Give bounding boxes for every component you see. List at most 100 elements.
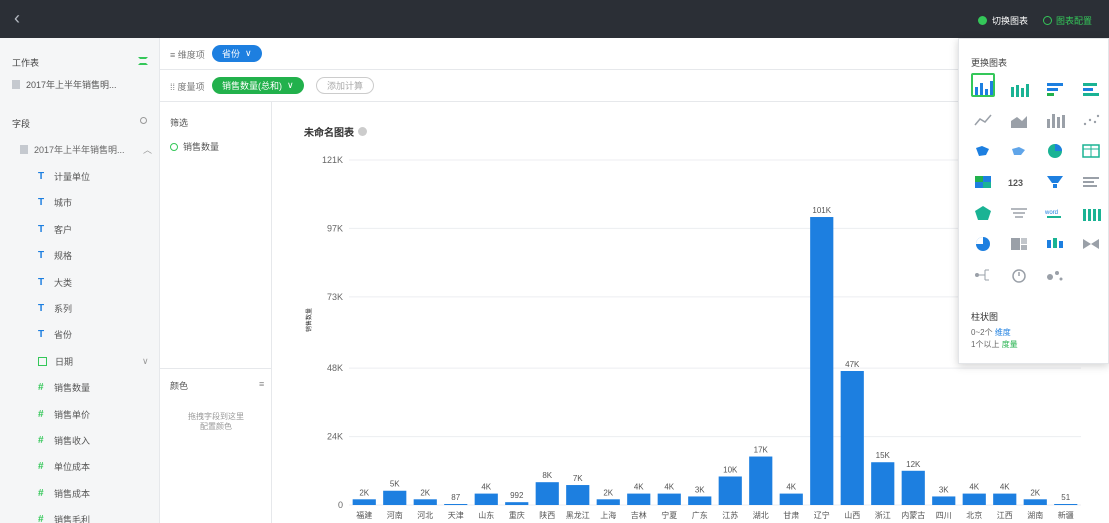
worksheet-item[interactable]: 2017年上半年销售明... xyxy=(12,78,117,91)
field-label: 销售收入 xyxy=(54,436,91,446)
x-tick-label: 甘肃 xyxy=(783,510,799,520)
horizontal-bar-icon[interactable] xyxy=(1043,73,1067,97)
refresh-icon[interactable] xyxy=(138,57,148,65)
filter-list-icon[interactable] xyxy=(1007,197,1031,221)
x-tick-label: 内蒙古 xyxy=(901,510,925,520)
field-item[interactable]: T 大类 xyxy=(38,276,72,289)
data-label: 2K xyxy=(1030,488,1040,497)
field-item[interactable]: T 计量单位 xyxy=(38,170,90,183)
radar-icon[interactable] xyxy=(971,197,995,221)
tree-root-label: 2017年上半年销售明... xyxy=(34,145,125,155)
treemap-icon[interactable] xyxy=(1007,228,1031,252)
data-label: 3K xyxy=(695,485,705,494)
color-hint-line1: 拖拽字段到这里 xyxy=(188,412,244,421)
bar xyxy=(932,496,956,505)
measure-label: ⁞⁞ 度量项 xyxy=(170,82,205,92)
field-label: 销售成本 xyxy=(54,488,91,499)
dimension-label-text: 维度项 xyxy=(177,50,205,60)
measure-pill-label: 销售数量(总和) xyxy=(222,81,282,91)
add-calc-button[interactable]: 添加计算 xyxy=(316,77,375,94)
dimension-pill[interactable]: 省份 ∨ xyxy=(212,45,262,62)
color-title: 颜色 xyxy=(170,381,189,391)
field-item[interactable]: # 单位成本 xyxy=(38,460,90,473)
chart-config-button[interactable]: 图表配置 xyxy=(1043,14,1092,27)
back-icon[interactable]: ‹ xyxy=(14,8,20,28)
box-plot-icon[interactable] xyxy=(1043,228,1067,252)
data-label: 5K xyxy=(390,480,400,489)
word-cloud-icon[interactable]: word xyxy=(1043,197,1067,221)
filter-item[interactable]: 销售数量 xyxy=(170,140,219,153)
x-tick-label: 广东 xyxy=(692,510,708,520)
gauge-icon[interactable] xyxy=(1007,259,1031,283)
funnel-icon[interactable] xyxy=(1043,166,1067,190)
data-label: 4K xyxy=(786,483,796,492)
chart-title[interactable]: 未命名图表 xyxy=(304,124,367,139)
color-drop-hint[interactable]: 拖拽字段到这里 配置颜色 xyxy=(160,412,272,432)
field-item[interactable]: # 销售毛利 xyxy=(38,513,90,523)
svg-text:word: word xyxy=(1044,210,1058,216)
field-item[interactable]: # 销售收入 xyxy=(38,434,90,447)
switch-chart-button[interactable]: 切换图表 xyxy=(978,14,1028,27)
table-icon[interactable] xyxy=(1079,135,1103,159)
bar-list-icon[interactable] xyxy=(1079,166,1103,190)
field-item[interactable]: T 规格 xyxy=(38,249,72,262)
bar xyxy=(810,217,834,506)
data-label: 4K xyxy=(481,483,491,492)
stacked-horizontal-bar-icon[interactable] xyxy=(1079,73,1103,97)
chevron-down-icon: ∨ xyxy=(245,48,252,58)
line-chart-icon[interactable] xyxy=(971,104,995,128)
bubble-icon[interactable] xyxy=(1043,259,1067,283)
tree-icon[interactable] xyxy=(971,259,995,283)
column-group-icon[interactable] xyxy=(1043,104,1067,128)
measure-pill[interactable]: 销售数量(总和) ∨ xyxy=(212,77,304,94)
field-item[interactable]: T 省份 xyxy=(38,328,72,341)
y-tick-label: 24K xyxy=(327,432,343,442)
field-item[interactable]: # 销售成本 xyxy=(38,487,90,500)
x-tick-label: 河北 xyxy=(417,510,433,520)
area-chart-icon[interactable] xyxy=(1007,104,1031,128)
sankey-icon[interactable] xyxy=(1079,228,1103,252)
bar xyxy=(444,504,468,505)
chevron-up-icon[interactable]: ︿ xyxy=(143,143,152,156)
map-icon[interactable] xyxy=(971,135,995,159)
y-tick-label: 48K xyxy=(327,363,343,373)
field-item[interactable]: T 城市 xyxy=(38,196,72,209)
field-item[interactable]: 日期 ∨ xyxy=(38,355,149,368)
data-label: 47K xyxy=(845,360,860,369)
field-item[interactable]: # 销售单价 xyxy=(38,408,90,421)
field-item[interactable]: T 客户 xyxy=(38,223,72,236)
filter-title: 筛选 xyxy=(170,118,189,128)
color-hint-line2: 配置颜色 xyxy=(200,422,232,431)
tree-root[interactable]: 2017年上半年销售明... ︿ xyxy=(20,143,152,156)
data-label: 4K xyxy=(969,483,979,492)
pie-chart-icon[interactable] xyxy=(1043,135,1067,159)
bar xyxy=(749,456,773,505)
field-label: 城市 xyxy=(54,198,73,209)
field-item[interactable]: # 销售数量 xyxy=(38,381,90,394)
number-type-icon: # xyxy=(38,382,44,394)
bar xyxy=(474,493,498,505)
bar xyxy=(596,499,620,505)
search-icon[interactable] xyxy=(140,117,147,124)
bar xyxy=(1023,499,1047,505)
stacked-bar-icon[interactable] xyxy=(1007,73,1031,97)
x-tick-label: 山东 xyxy=(478,510,494,520)
kpi-icon[interactable]: 123 xyxy=(1007,166,1031,190)
measure-label-text: 度量项 xyxy=(177,82,205,92)
info-icon[interactable] xyxy=(358,127,367,136)
heatmap-icon[interactable] xyxy=(971,166,995,190)
list-icon[interactable]: ≡ xyxy=(259,379,264,389)
req-meas-prefix: 1个以上 xyxy=(971,340,1000,349)
bar xyxy=(779,493,803,505)
bar xyxy=(688,496,712,505)
matrix-icon[interactable] xyxy=(1079,197,1103,221)
sheet-icon xyxy=(12,80,20,89)
chevron-down-icon[interactable]: ∨ xyxy=(142,356,149,367)
field-item[interactable]: T 系列 xyxy=(38,302,72,315)
data-label: 4K xyxy=(664,483,674,492)
bar-chart-icon[interactable] xyxy=(971,73,995,97)
donut-icon[interactable] xyxy=(971,228,995,252)
scatter-small-icon[interactable] xyxy=(1079,104,1103,128)
flow-map-icon[interactable] xyxy=(1007,135,1031,159)
x-tick-label: 湖南 xyxy=(1027,510,1043,520)
